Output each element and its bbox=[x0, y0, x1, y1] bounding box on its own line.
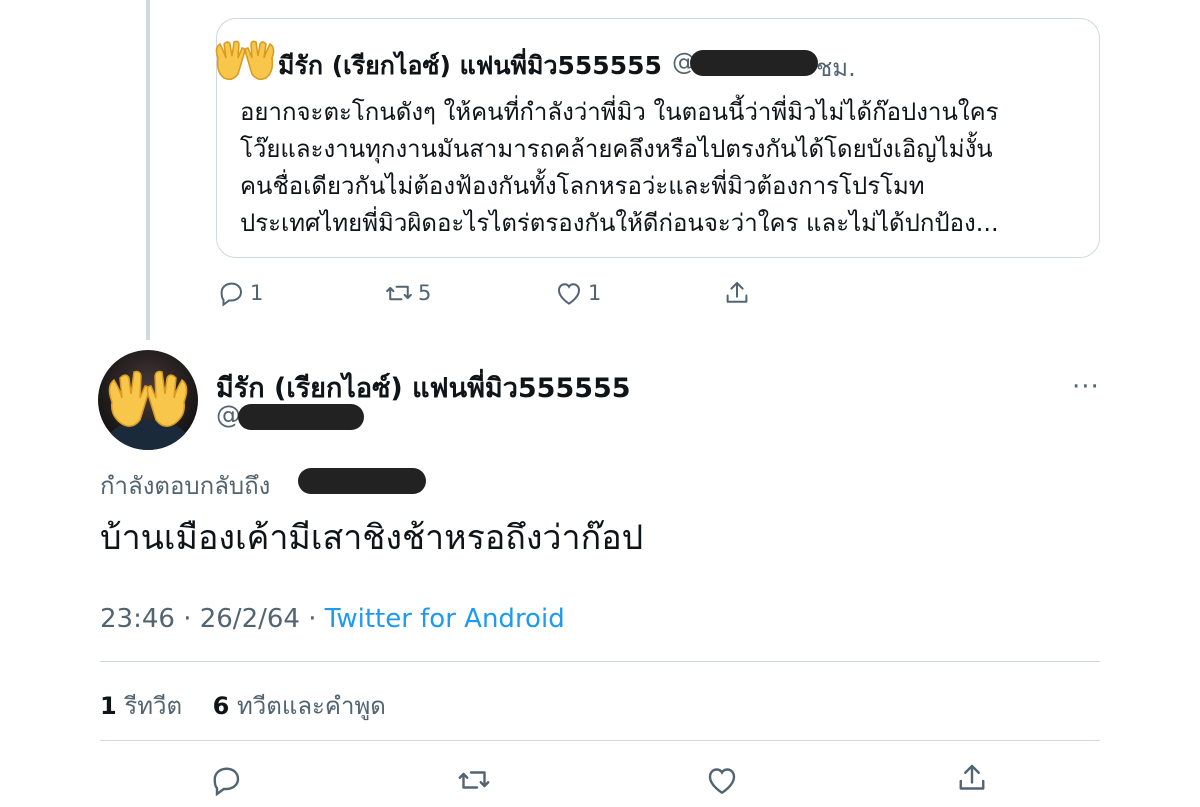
reply-icon bbox=[213, 767, 240, 797]
quoted-like-count: 1 bbox=[588, 281, 602, 305]
quotes-stat[interactable]: 6 ทวีตและคำพูด bbox=[213, 692, 386, 720]
quoted-time: ชม. bbox=[816, 54, 856, 82]
divider bbox=[100, 661, 1100, 662]
share-button[interactable] bbox=[954, 760, 990, 800]
quoted-tweet-text: อยากจะตะโกนดังๆ ให้คนที่กำลังว่าพี่มิว ใ… bbox=[240, 94, 1090, 242]
tweet-text: บ้านเมืองเค้ามีเสาชิงช้าหรอถึงว่าก๊อป bbox=[100, 518, 644, 558]
quotes-count: 6 bbox=[212, 692, 230, 720]
quoted-retweet-button[interactable]: 5 bbox=[384, 278, 431, 308]
retweets-label: รีทวีต bbox=[124, 692, 183, 720]
handle-redaction bbox=[238, 404, 364, 430]
tweet-stats: 1 รีทวีต 6 ทวีตและคำพูด bbox=[100, 686, 386, 725]
raised-hands-icon bbox=[212, 38, 278, 82]
retweet-icon bbox=[386, 285, 412, 301]
retweets-stat[interactable]: 1 รีทวีต bbox=[100, 692, 182, 720]
reply-to-redaction[interactable] bbox=[298, 468, 426, 494]
retweets-count: 1 bbox=[100, 692, 117, 720]
quotes-label: ทวีตและคำพูด bbox=[236, 692, 386, 720]
quoted-handle-redaction bbox=[690, 50, 818, 76]
avatar[interactable] bbox=[98, 350, 198, 450]
thread-line bbox=[146, 0, 150, 340]
quoted-reply-button[interactable]: 1 bbox=[216, 278, 263, 308]
reply-icon bbox=[220, 282, 243, 307]
quoted-share-button[interactable] bbox=[722, 278, 752, 308]
more-icon[interactable]: ··· bbox=[1072, 372, 1100, 402]
divider bbox=[100, 740, 1100, 741]
quoted-reply-count: 1 bbox=[250, 281, 264, 305]
quoted-like-button[interactable]: 1 bbox=[554, 278, 601, 308]
tweet-source-link[interactable]: Twitter for Android bbox=[325, 604, 565, 634]
share-icon bbox=[959, 764, 985, 790]
quoted-text-line: ประเทศไทยพี่มิวผิดอะไรไตร่ตรองกันให้ดีก่… bbox=[240, 209, 999, 237]
reply-button[interactable] bbox=[208, 762, 244, 802]
display-name[interactable]: มีรัก (เรียกไอซ์) แฟนพี่มิว555555 bbox=[216, 366, 631, 409]
like-icon bbox=[708, 768, 736, 795]
share-icon bbox=[726, 282, 748, 303]
tweet-meta: 23:46 · 26/2/64 · Twitter for Android bbox=[100, 604, 565, 634]
quoted-text-line: อยากจะตะโกนดังๆ ให้คนที่กำลังว่าพี่มิว ใ… bbox=[240, 98, 999, 126]
retweet-icon bbox=[458, 771, 490, 789]
quoted-text-line: คนชื่อเดียวกันไม่ต้องฟ้องกันทั้งโลกหรอว่… bbox=[240, 172, 925, 200]
quoted-retweet-count: 5 bbox=[418, 281, 432, 305]
quoted-text-line: โว๊ยและงานทุกงานมันสามารถคล้ายคลึงหรือไป… bbox=[240, 135, 993, 163]
tweet-timestamp[interactable]: 23:46 · 26/2/64 · bbox=[100, 604, 325, 634]
reply-to-label: กำลังตอบกลับถึง bbox=[100, 472, 271, 500]
retweet-button[interactable] bbox=[456, 762, 492, 802]
like-icon bbox=[557, 283, 581, 305]
quoted-display-name[interactable]: มีรัก (เรียกไอซ์) แฟนพี่มิว555555 bbox=[278, 46, 662, 86]
like-button[interactable] bbox=[704, 762, 740, 802]
